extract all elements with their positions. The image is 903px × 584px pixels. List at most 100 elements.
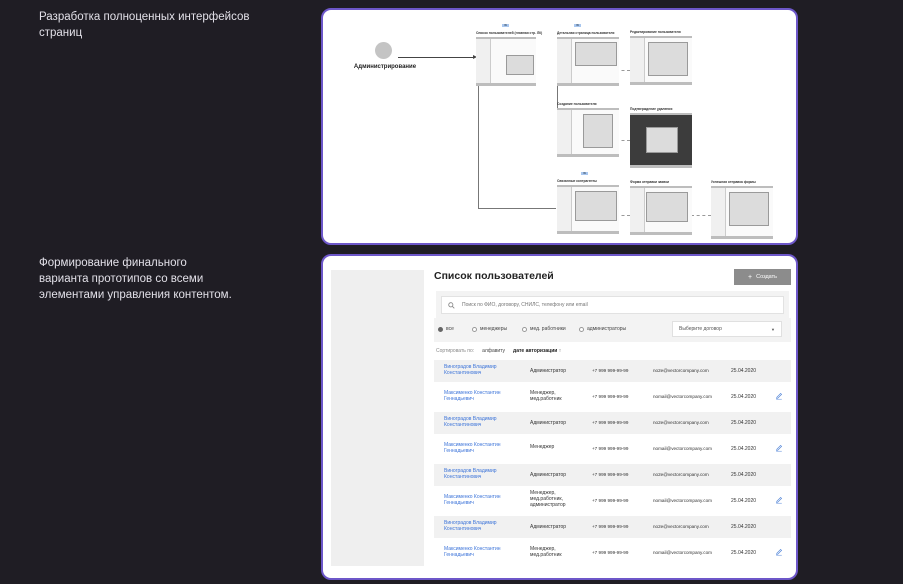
user-date: 25.04.2020 — [731, 498, 757, 504]
user-email: no2e@vectorcompany.com — [653, 472, 709, 477]
user-email: nomail@vectorcompany.com — [653, 394, 712, 399]
user-phone: +7 999 999-99-99 — [592, 446, 629, 451]
user-email: no2e@vectorcompany.com — [653, 524, 709, 529]
user-date: 25.04.2020 — [731, 550, 757, 556]
screen-title: Подтверждение удаления — [630, 107, 673, 111]
user-role: Администратор — [530, 472, 567, 478]
table-row: Виноградов Владимир Константинович Админ… — [434, 360, 791, 382]
screen-linked-contractors[interactable]: ЛК Связанные контрагенты — [557, 172, 619, 234]
user-name-link[interactable]: Максименко Константин Геннадьевич — [444, 494, 519, 506]
user-phone: +7 999 999-99-99 — [592, 420, 629, 425]
caption-prototypes: Формирование финального варианта прототи… — [39, 257, 232, 301]
table-row: Виноградов Владимир Константинович Админ… — [434, 412, 791, 434]
sort-alphabet[interactable]: алфавиту — [482, 348, 505, 354]
user-date: 25.04.2020 — [731, 524, 757, 530]
screen-tag: ЛК — [502, 24, 510, 27]
screen-delete-confirm[interactable]: Подтверждение удаления — [630, 107, 692, 168]
screen-form-success[interactable]: Успешная отправка формы — [711, 180, 773, 239]
user-name-link[interactable]: Максименко Константин Геннадьевич — [444, 546, 519, 558]
screen-title: Создание пользователя — [557, 102, 597, 106]
sort-row: Сортировать по: алфавиту дате авторизаци… — [436, 348, 561, 354]
users-list-panel: Список пользователей + Создать все менед… — [321, 254, 798, 580]
screen-title: Связанные контрагенты — [557, 179, 597, 183]
search-icon — [448, 301, 455, 309]
screen-user-detail[interactable]: ЛК Детальная страница пользователя — [557, 24, 619, 86]
user-name-link[interactable]: Виноградов Владимир Константинович — [444, 468, 519, 480]
edit-pencil-icon[interactable] — [775, 392, 783, 400]
screen-request-form[interactable]: Форма отправки заявки — [630, 180, 692, 235]
filter-medical[interactable]: мед. работники — [522, 326, 566, 332]
user-role: Администратор — [530, 368, 567, 374]
user-email: nomail@vectorcompany.com — [653, 446, 712, 451]
contract-select-value: Выберите договор — [679, 326, 722, 332]
table-row: Максименко Константин Геннадьевич Менедж… — [434, 542, 791, 564]
user-name-link[interactable]: Максименко Константин Геннадьевич — [444, 390, 519, 402]
filter-managers[interactable]: менеджеры — [472, 326, 507, 332]
user-role: Менеджер, мед.работник, администратор — [530, 490, 566, 508]
screen-tag: ЛК — [581, 172, 589, 175]
screen-users-list[interactable]: ЛК Список пользователей (главная стр. ЛК… — [476, 24, 543, 86]
screen-title: Форма отправки заявки — [630, 180, 670, 184]
sort-auth-date[interactable]: дате авторизации ↑ — [513, 348, 561, 354]
user-name-link[interactable]: Максименко Константин Геннадьевич — [444, 442, 519, 454]
screen-title: Детальная страница пользователя — [557, 31, 615, 35]
caption-interfaces: Разработка полноценных интерфейсов стран… — [39, 11, 250, 39]
user-role: Менеджер, мед.работник — [530, 546, 562, 558]
user-phone: +7 999 999-99-99 — [592, 472, 629, 477]
search-field[interactable] — [441, 296, 784, 314]
edit-pencil-icon[interactable] — [775, 444, 783, 452]
user-phone: +7 999 999-99-99 — [592, 524, 629, 529]
user-date: 25.04.2020 — [731, 420, 757, 426]
user-role: Администратор — [530, 524, 567, 530]
root-arrow — [398, 57, 474, 58]
user-role: Менеджер — [530, 444, 555, 450]
filter-label: администраторы — [587, 326, 627, 332]
sort-label: Сортировать по: — [436, 348, 475, 354]
user-email: nomail@vectorcompany.com — [653, 550, 712, 555]
connector-dash — [691, 215, 711, 216]
table-row: Максименко Константин Геннадьевич Менедж… — [434, 490, 791, 512]
connector-horizontal — [478, 208, 556, 209]
radio-dot-icon — [438, 326, 443, 332]
filter-all[interactable]: все — [438, 326, 454, 332]
users-table: Виноградов Владимир Константинович Админ… — [434, 360, 791, 568]
table-row: Максименко Константин Геннадьевич Менедж… — [434, 438, 791, 460]
screen-title: Список пользователей (главная стр. ЛК) — [476, 31, 543, 35]
chevron-down-icon: ▼ — [771, 326, 775, 332]
filter-admins[interactable]: администраторы — [579, 326, 626, 332]
user-phone: +7 999 999-99-99 — [592, 498, 629, 503]
user-phone: +7 999 999-99-99 — [592, 368, 629, 373]
plus-icon: + — [748, 273, 753, 281]
screen-user-edit[interactable]: Редактирование пользователя — [630, 30, 692, 85]
radio-dot-icon — [472, 326, 477, 332]
flow-diagram-panel: Администрирование ЛК Список пользователе… — [321, 8, 798, 245]
radio-dot-icon — [579, 326, 584, 332]
edit-pencil-icon[interactable] — [775, 496, 783, 504]
create-user-button[interactable]: + Создать — [734, 269, 791, 285]
root-node-circle — [375, 42, 392, 59]
table-row: Максименко Константин Геннадьевич Менедж… — [434, 386, 791, 408]
user-date: 25.04.2020 — [731, 368, 757, 374]
user-email: no2e@vectorcompany.com — [653, 368, 709, 373]
root-node-label: Администрирование — [353, 64, 417, 70]
radio-dot-icon — [522, 326, 527, 332]
user-name-link[interactable]: Виноградов Владимир Константинович — [444, 520, 519, 532]
user-email: nomail@vectorcompany.com — [653, 498, 712, 503]
user-date: 25.04.2020 — [731, 446, 757, 452]
contract-select[interactable]: Выберите договор ▼ — [672, 321, 782, 337]
search-input[interactable] — [460, 301, 764, 309]
create-button-label: Создать — [756, 274, 777, 280]
sidebar-placeholder — [331, 270, 424, 566]
filter-label: все — [446, 326, 454, 332]
edit-pencil-icon[interactable] — [775, 548, 783, 556]
screen-tag: ЛК — [574, 24, 582, 27]
page-title: Список пользователей — [434, 270, 554, 282]
user-email: no2e@vectorcompany.com — [653, 420, 709, 425]
user-phone: +7 999 999-99-99 — [592, 394, 629, 399]
user-role: Менеджер, мед.работник — [530, 390, 562, 402]
filter-label: мед. работники — [530, 326, 566, 332]
screen-user-create[interactable]: Создание пользователя — [557, 102, 619, 157]
user-name-link[interactable]: Виноградов Владимир Константинович — [444, 416, 519, 428]
user-name-link[interactable]: Виноградов Владимир Константинович — [444, 364, 519, 376]
user-date: 25.04.2020 — [731, 472, 757, 478]
